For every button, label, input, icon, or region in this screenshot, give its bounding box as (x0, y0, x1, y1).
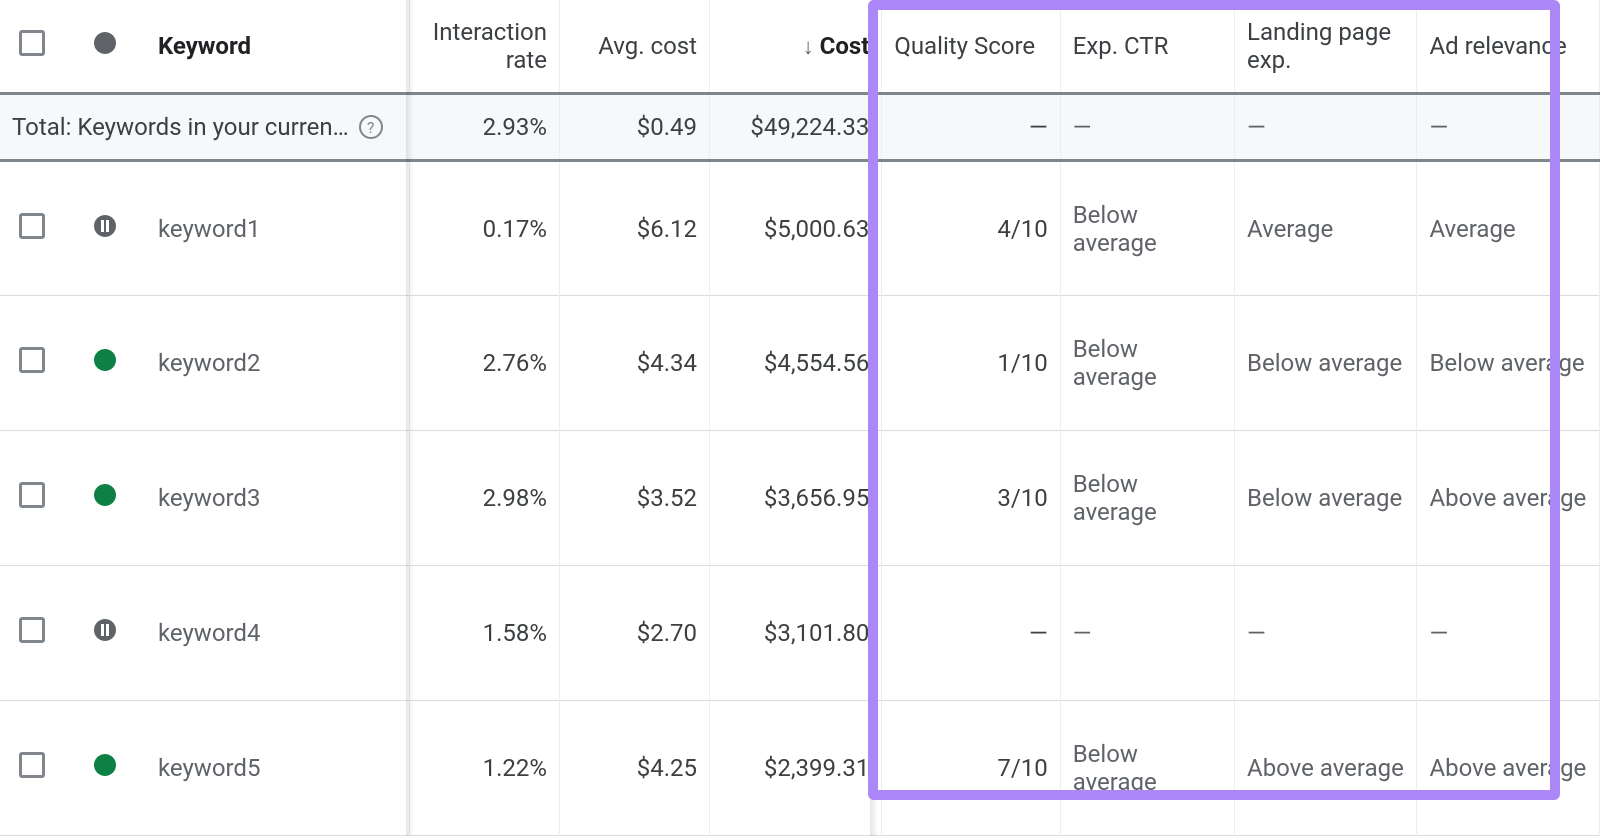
interaction-rate-cell: 1.58% (409, 566, 559, 701)
row-checkbox[interactable] (19, 482, 45, 508)
interaction-rate-cell: 2.98% (409, 431, 559, 566)
quality-score-cell: 7/10 (882, 701, 1060, 836)
select-all-checkbox[interactable] (19, 30, 45, 56)
select-all-header[interactable] (0, 0, 65, 94)
avg-cost-header[interactable]: Avg. cost (559, 0, 709, 94)
table-row[interactable]: keyword41.58%$2.70$3,101.80———— (0, 566, 1600, 701)
total-label-cell: Total: Keywords in your curren… ? (0, 94, 409, 161)
row-checkbox[interactable] (19, 347, 45, 373)
landing-page-cell: Below average (1235, 296, 1417, 431)
total-label-text: Total: Keywords in your curren… (12, 113, 349, 141)
interaction-rate-cell: 2.76% (409, 296, 559, 431)
keyword-cell[interactable]: keyword1 (146, 161, 410, 296)
row-checkbox[interactable] (19, 752, 45, 778)
total-ad-relevance: — (1417, 94, 1600, 161)
status-paused-icon[interactable] (94, 215, 116, 237)
avg-cost-cell: $4.34 (559, 296, 709, 431)
exp-ctr-cell: — (1060, 566, 1234, 701)
cost-header-label: Cost (820, 32, 870, 60)
cost-cell: $5,000.63 (710, 161, 882, 296)
interaction-rate-header[interactable]: Interaction rate (409, 0, 559, 94)
table-body: Total: Keywords in your curren… ? 2.93% … (0, 94, 1600, 836)
status-header[interactable] (65, 0, 146, 94)
avg-cost-cell: $6.12 (559, 161, 709, 296)
status-enabled-icon[interactable] (94, 754, 116, 776)
arrow-down-icon: ↓ (803, 34, 814, 60)
ad-relevance-header[interactable]: Ad relevance (1417, 0, 1600, 94)
keyword-cell[interactable]: keyword3 (146, 431, 410, 566)
avg-cost-cell: $2.70 (559, 566, 709, 701)
avg-cost-cell: $3.52 (559, 431, 709, 566)
ad-relevance-cell: — (1417, 566, 1600, 701)
keywords-table-wrap: Keyword Interaction rate Avg. cost ↓Cost… (0, 0, 1600, 836)
cost-cell: $3,656.95 (710, 431, 882, 566)
keyword-cell[interactable]: keyword4 (146, 566, 410, 701)
row-checkbox[interactable] (19, 617, 45, 643)
interaction-rate-cell: 0.17% (409, 161, 559, 296)
avg-cost-cell: $4.25 (559, 701, 709, 836)
keyword-cell[interactable]: keyword5 (146, 701, 410, 836)
table-row[interactable]: keyword32.98%$3.52$3,656.953/10Below ave… (0, 431, 1600, 566)
keyword-cell[interactable]: keyword2 (146, 296, 410, 431)
ad-relevance-cell: Above average (1417, 701, 1600, 836)
table-row[interactable]: keyword22.76%$4.34$4,554.561/10Below ave… (0, 296, 1600, 431)
status-paused-icon[interactable] (94, 619, 116, 641)
exp-ctr-cell: Below average (1060, 701, 1234, 836)
total-exp-ctr: — (1060, 94, 1234, 161)
table-row[interactable]: keyword10.17%$6.12$5,000.634/10Below ave… (0, 161, 1600, 296)
landing-page-header[interactable]: Landing page exp. (1235, 0, 1417, 94)
quality-score-header[interactable]: Quality Score (882, 0, 1060, 94)
landing-page-cell: Above average (1235, 701, 1417, 836)
quality-score-cell: 4/10 (882, 161, 1060, 296)
exp-ctr-cell: Below average (1060, 161, 1234, 296)
cost-cell: $4,554.56 (710, 296, 882, 431)
ad-relevance-cell: Above average (1417, 431, 1600, 566)
ad-relevance-cell: Average (1417, 161, 1600, 296)
cost-cell: $3,101.80 (710, 566, 882, 701)
landing-page-cell: Average (1235, 161, 1417, 296)
exp-ctr-cell: Below average (1060, 431, 1234, 566)
landing-page-cell: Below average (1235, 431, 1417, 566)
total-row: Total: Keywords in your curren… ? 2.93% … (0, 94, 1600, 161)
table-row[interactable]: keyword51.22%$4.25$2,399.317/10Below ave… (0, 701, 1600, 836)
total-landing-page: — (1235, 94, 1417, 161)
table-header-row: Keyword Interaction rate Avg. cost ↓Cost… (0, 0, 1600, 94)
total-avg-cost: $0.49 (559, 94, 709, 161)
keywords-table: Keyword Interaction rate Avg. cost ↓Cost… (0, 0, 1600, 836)
interaction-rate-cell: 1.22% (409, 701, 559, 836)
total-interaction-rate: 2.93% (409, 94, 559, 161)
cost-header[interactable]: ↓Cost (710, 0, 882, 94)
help-icon[interactable]: ? (359, 115, 383, 139)
exp-ctr-cell: Below average (1060, 296, 1234, 431)
quality-score-cell: — (882, 566, 1060, 701)
cost-cell: $2,399.31 (710, 701, 882, 836)
landing-page-cell: — (1235, 566, 1417, 701)
exp-ctr-header[interactable]: Exp. CTR (1060, 0, 1234, 94)
keyword-header[interactable]: Keyword (146, 0, 410, 94)
quality-score-cell: 3/10 (882, 431, 1060, 566)
ad-relevance-cell: Below average (1417, 296, 1600, 431)
total-cost: $49,224.33 (710, 94, 882, 161)
status-enabled-icon[interactable] (94, 349, 116, 371)
status-filter-icon[interactable] (94, 32, 116, 54)
quality-score-cell: 1/10 (882, 296, 1060, 431)
row-checkbox[interactable] (19, 213, 45, 239)
status-enabled-icon[interactable] (94, 484, 116, 506)
total-quality-score: — (882, 94, 1060, 161)
